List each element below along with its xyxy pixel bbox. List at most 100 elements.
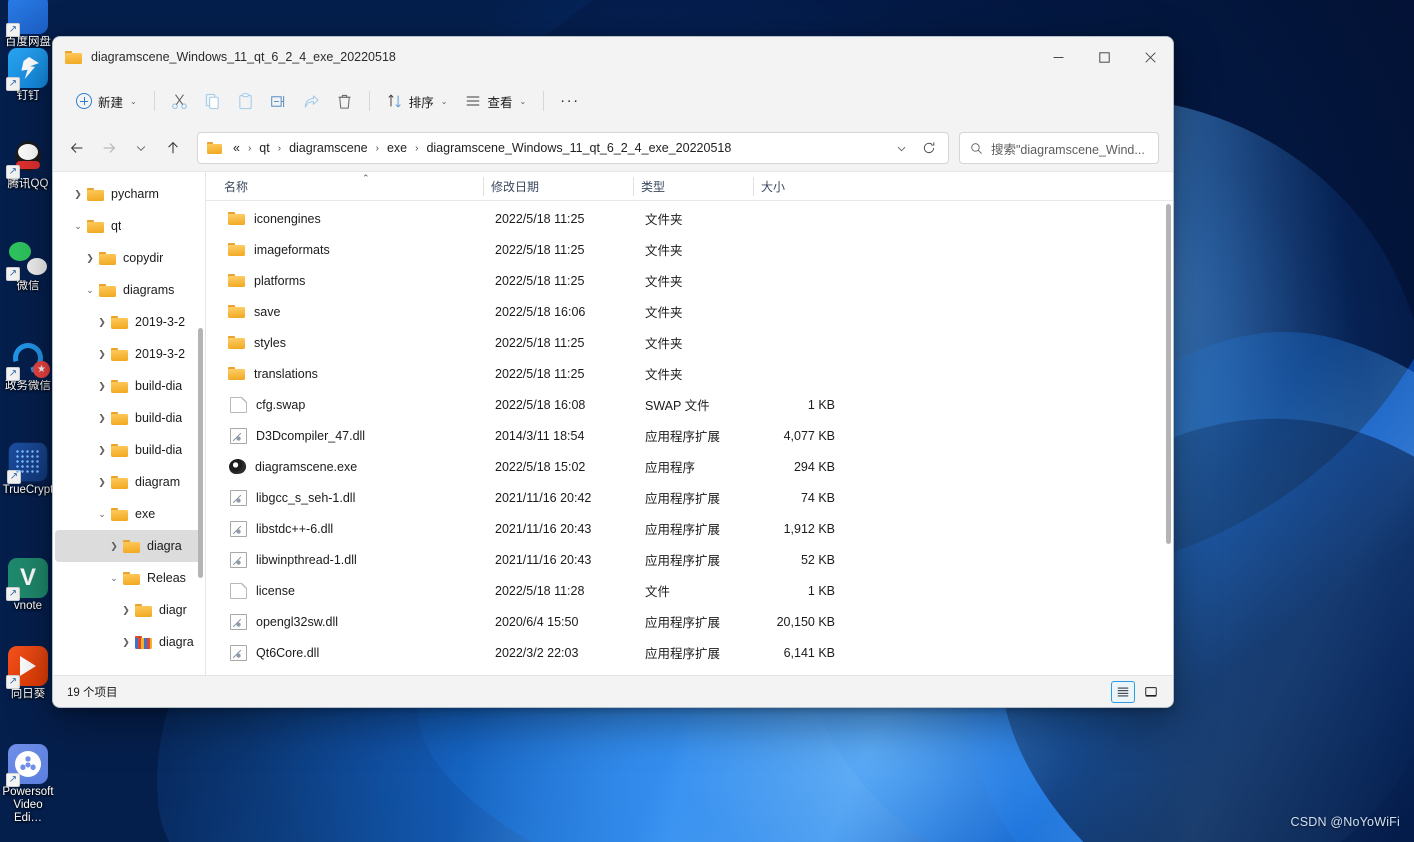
- table-row[interactable]: platforms 2022/5/18 11:25 文件夹: [210, 265, 1167, 296]
- sidebar-item-release[interactable]: ⌄ Releas: [55, 562, 203, 594]
- table-row[interactable]: save 2022/5/18 16:06 文件夹: [210, 296, 1167, 327]
- sidebar-item-2019-3-2-b[interactable]: ❯ 2019-3-2: [55, 338, 203, 370]
- chevron-right-icon[interactable]: ❯: [117, 605, 135, 616]
- table-row[interactable]: imageformats 2022/5/18 11:25 文件夹: [210, 234, 1167, 265]
- chevron-down-icon[interactable]: ⌄: [81, 285, 99, 296]
- address-dropdown-button[interactable]: [888, 135, 914, 161]
- maximize-button[interactable]: [1081, 37, 1127, 77]
- sidebar-item-copydir[interactable]: ❯ copydir: [55, 242, 203, 274]
- desktop-icon-sunflower[interactable]: ↗ 向日葵: [2, 646, 54, 701]
- desktop-icon-label: Powersoft Video Edi…: [2, 786, 54, 824]
- title-bar: diagramscene_Windows_11_qt_6_2_4_exe_202…: [53, 37, 1173, 77]
- table-row[interactable]: D3Dcompiler_47.dll 2014/3/11 18:54 应用程序扩…: [210, 420, 1167, 451]
- address-bar[interactable]: « › qt › diagramscene › exe › diagramsce…: [197, 132, 949, 164]
- sidebar-item-pycharm[interactable]: ❯ pycharm: [55, 178, 203, 210]
- chevron-right-icon[interactable]: ❯: [93, 317, 111, 328]
- table-row[interactable]: diagramscene.exe 2022/5/18 15:02 应用程序 29…: [210, 451, 1167, 482]
- navigation-scrollbar[interactable]: [198, 328, 203, 578]
- table-row[interactable]: iconengines 2022/5/18 11:25 文件夹: [210, 203, 1167, 234]
- paste-button[interactable]: [229, 85, 262, 117]
- desktop-icon-truecrypt[interactable]: ↗ TrueCrypt: [2, 442, 54, 497]
- chevron-right-icon[interactable]: ❯: [93, 413, 111, 424]
- breadcrumb-diagramscene[interactable]: diagramscene: [284, 138, 373, 158]
- chevron-right-icon[interactable]: ❯: [93, 349, 111, 360]
- sidebar-item-qt[interactable]: ⌄ qt: [55, 210, 203, 242]
- sidebar-item-build-dia-c[interactable]: ❯ build-dia: [55, 434, 203, 466]
- breadcrumb-qt[interactable]: qt: [254, 138, 274, 158]
- sidebar-item-diagr[interactable]: ❯ diagr: [55, 594, 203, 626]
- arrow-up-icon: [168, 141, 178, 154]
- view-button[interactable]: 查看 ⌄: [456, 85, 535, 117]
- table-row[interactable]: cfg.swap 2022/5/18 16:08 SWAP 文件 1 KB: [210, 389, 1167, 420]
- copy-button[interactable]: [196, 85, 229, 117]
- table-row[interactable]: translations 2022/5/18 11:25 文件夹: [210, 358, 1167, 389]
- large-icons-view-button[interactable]: [1139, 681, 1163, 703]
- close-button[interactable]: [1127, 37, 1173, 77]
- forward-button[interactable]: [93, 132, 125, 164]
- sidebar-item-diagrams[interactable]: ⌄ diagrams: [55, 274, 203, 306]
- sidebar-item-diagra-library[interactable]: ❯ diagra: [55, 626, 203, 658]
- sort-button[interactable]: 排序 ⌄: [378, 85, 457, 117]
- breadcrumb-exe[interactable]: exe: [382, 138, 412, 158]
- table-row[interactable]: libwinpthread-1.dll 2021/11/16 20:43 应用程…: [210, 544, 1167, 575]
- minimize-button[interactable]: [1035, 37, 1081, 77]
- desktop-icon-wechat[interactable]: ↗ 微信: [2, 238, 54, 293]
- chevron-right-icon[interactable]: ❯: [93, 445, 111, 456]
- sidebar-item-diagram[interactable]: ❯ diagram: [55, 466, 203, 498]
- chevron-down-icon[interactable]: ⌄: [105, 573, 123, 584]
- toolbar-divider-3: [543, 91, 545, 111]
- desktop-icon-baidu[interactable]: ↗ 百度网盘: [2, 0, 54, 49]
- shortcut-arrow-icon: ↗: [6, 267, 20, 281]
- delete-button[interactable]: [328, 85, 361, 117]
- table-row[interactable]: styles 2022/5/18 11:25 文件夹: [210, 327, 1167, 358]
- desktop-icon-powersoft[interactable]: ↗ Powersoft Video Edi…: [2, 744, 54, 825]
- breadcrumb-current[interactable]: diagramscene_Windows_11_qt_6_2_4_exe_202…: [421, 138, 736, 158]
- cut-button[interactable]: [163, 85, 196, 117]
- chevron-right-icon[interactable]: ❯: [81, 253, 99, 264]
- refresh-button[interactable]: [916, 135, 942, 161]
- sidebar-item-build-dia-a[interactable]: ❯ build-dia: [55, 370, 203, 402]
- column-header-name[interactable]: 名称 ⌃: [216, 172, 483, 201]
- desktop-icon-dingtalk[interactable]: ↗ 钉钉: [2, 48, 54, 103]
- desktop-icon-wecom[interactable]: ★ ↗ 政务微信: [2, 337, 54, 393]
- chevron-down-icon[interactable]: ⌄: [93, 509, 111, 520]
- table-row[interactable]: opengl32sw.dll 2020/6/4 15:50 应用程序扩展 20,…: [210, 606, 1167, 637]
- desktop-icon-vnote[interactable]: ↗ vnote: [2, 558, 54, 613]
- up-button[interactable]: [157, 132, 189, 164]
- new-button[interactable]: 新建 ⌄: [67, 85, 146, 117]
- file-name: diagramscene.exe: [255, 459, 358, 474]
- desktop-icon-label: TrueCrypt: [2, 484, 54, 496]
- chevron-right-icon[interactable]: ❯: [69, 189, 87, 200]
- back-button[interactable]: [61, 132, 93, 164]
- chevron-down-icon[interactable]: ⌄: [69, 221, 87, 232]
- file-size: 4,077 KB: [783, 428, 835, 443]
- rename-button[interactable]: [262, 85, 295, 117]
- table-row[interactable]: libstdc++-6.dll 2021/11/16 20:43 应用程序扩展 …: [210, 513, 1167, 544]
- column-header-size[interactable]: 大小: [753, 172, 833, 201]
- details-view-button[interactable]: [1111, 680, 1135, 703]
- breadcrumb-overflow[interactable]: «: [228, 138, 245, 158]
- sidebar-item-diagramscene-selected[interactable]: ❯ diagra: [55, 530, 203, 562]
- paste-icon: [239, 92, 252, 109]
- chevron-right-icon[interactable]: ❯: [117, 637, 135, 648]
- recent-locations-button[interactable]: [125, 132, 157, 164]
- folder-icon: [123, 571, 140, 585]
- sidebar-item-2019-3-2-a[interactable]: ❯ 2019-3-2: [55, 306, 203, 338]
- table-row[interactable]: license 2022/5/18 11:28 文件 1 KB: [210, 575, 1167, 606]
- column-header-type[interactable]: 类型: [633, 172, 753, 201]
- column-header-date[interactable]: 修改日期: [483, 172, 633, 201]
- sidebar-item-build-dia-b[interactable]: ❯ build-dia: [55, 402, 203, 434]
- table-row[interactable]: libgcc_s_seh-1.dll 2021/11/16 20:42 应用程序…: [210, 482, 1167, 513]
- ellipsis-icon: ···: [560, 92, 580, 109]
- sidebar-item-exe[interactable]: ⌄ exe: [55, 498, 203, 530]
- chevron-right-icon[interactable]: ❯: [93, 381, 111, 392]
- file-list-scrollbar[interactable]: [1166, 204, 1171, 544]
- sidebar-item-label: diagra: [159, 635, 194, 649]
- table-row[interactable]: Qt6Core.dll 2022/3/2 22:03 应用程序扩展 6,141 …: [210, 637, 1167, 668]
- desktop-icon-qq[interactable]: ↗ 腾讯QQ: [2, 136, 54, 191]
- chevron-right-icon[interactable]: ❯: [105, 541, 123, 552]
- chevron-right-icon[interactable]: ❯: [93, 477, 111, 488]
- more-options-button[interactable]: ···: [552, 85, 588, 117]
- share-button[interactable]: [295, 85, 328, 117]
- search-input[interactable]: 搜索"diagramscene_Wind...: [959, 132, 1159, 164]
